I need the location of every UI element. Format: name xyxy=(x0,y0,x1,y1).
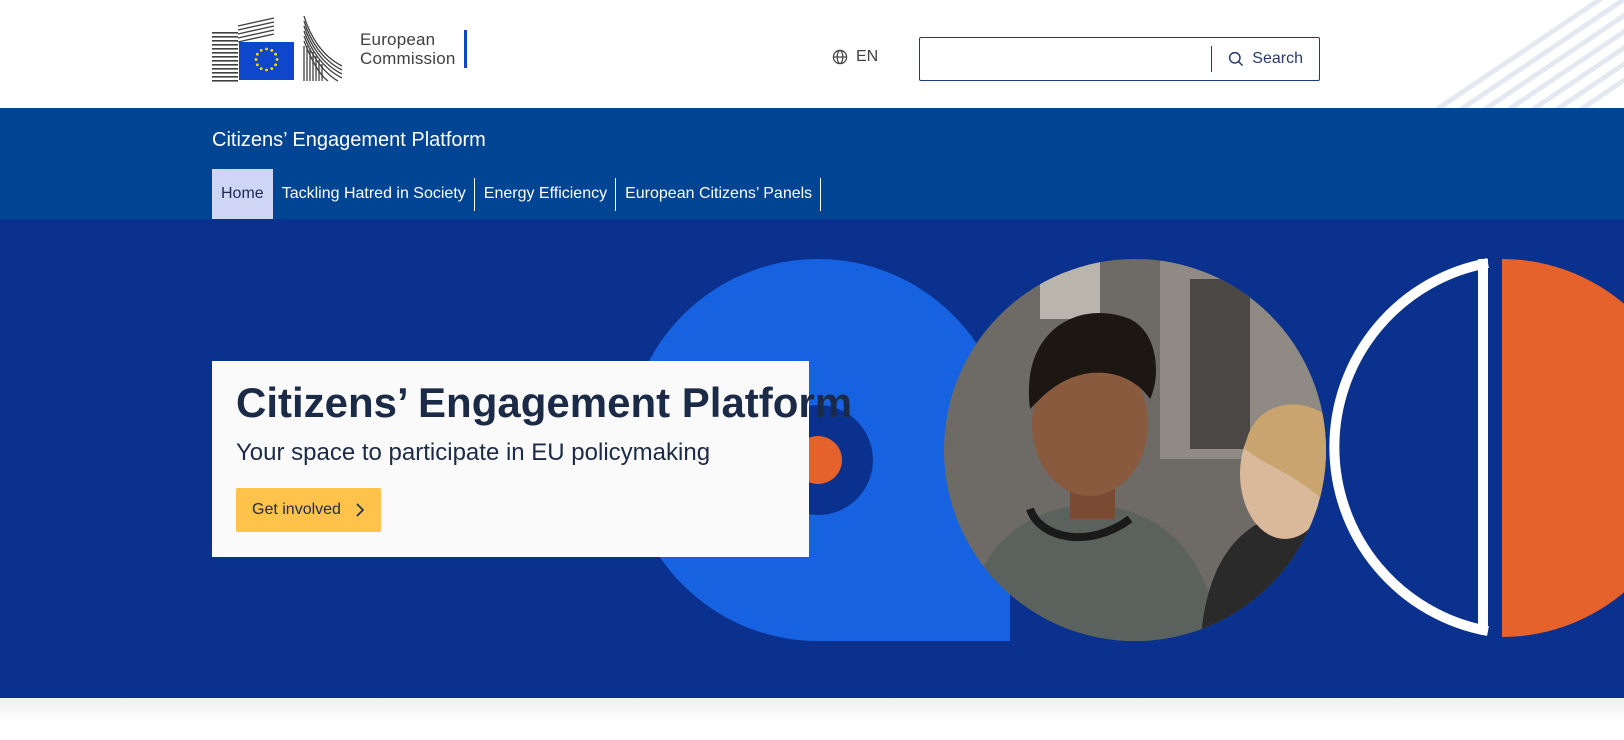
language-code: EN xyxy=(856,48,879,65)
get-involved-label: Get involved xyxy=(252,501,341,518)
get-involved-button[interactable]: Get involved xyxy=(236,488,381,532)
menu-item-label: Energy Efficiency xyxy=(483,185,608,202)
search-icon xyxy=(1229,51,1244,67)
top-header: European Commission EN Search xyxy=(0,0,1624,108)
menu-item-label: European Citizens’ Panels xyxy=(625,185,813,202)
menu-item-citizens-panels[interactable]: European Citizens’ Panels xyxy=(616,169,822,219)
decorative-white-arc xyxy=(1329,258,1489,636)
content-area-top xyxy=(0,698,1624,740)
ec-logo-text: European Commission xyxy=(360,30,456,68)
search-box: Search xyxy=(919,37,1320,81)
menu-item-home[interactable]: Home xyxy=(212,169,273,219)
site-navigation: Citizens’ Engagement Platform Home Tackl… xyxy=(0,108,1624,219)
menu-separator xyxy=(820,178,822,211)
search-button-label: Search xyxy=(1252,50,1303,67)
main-menu: Home Tackling Hatred in Society Energy E… xyxy=(212,169,822,219)
ec-logo[interactable]: European Commission xyxy=(212,16,467,82)
globe-icon xyxy=(832,49,848,65)
hero-subtitle: Your space to participate in EU policyma… xyxy=(236,439,711,466)
search-input[interactable] xyxy=(920,38,1212,80)
hero-banner: Citizens’ Engagement Platform Your space… xyxy=(0,219,1624,698)
decorative-orange-half xyxy=(1502,259,1624,637)
search-button[interactable]: Search xyxy=(1212,38,1319,80)
site-name[interactable]: Citizens’ Engagement Platform xyxy=(212,129,486,152)
language-selector[interactable]: EN xyxy=(832,48,878,66)
ec-logo-icon xyxy=(212,16,343,82)
menu-item-label: Tackling Hatred in Society xyxy=(281,185,466,202)
logo-divider xyxy=(463,30,467,68)
menu-item-label: Home xyxy=(221,185,264,202)
hero-title: Citizens’ Engagement Platform xyxy=(236,379,853,426)
chevron-right-icon xyxy=(356,503,365,517)
menu-item-tackling-hatred[interactable]: Tackling Hatred in Society xyxy=(273,169,475,219)
decorative-lines xyxy=(1434,0,1624,108)
logo-line-1: European xyxy=(360,30,436,49)
logo-line-2: Commission xyxy=(360,49,456,68)
menu-item-energy-efficiency[interactable]: Energy Efficiency xyxy=(475,169,617,219)
hero-card: Citizens’ Engagement Platform Your space… xyxy=(212,361,853,557)
